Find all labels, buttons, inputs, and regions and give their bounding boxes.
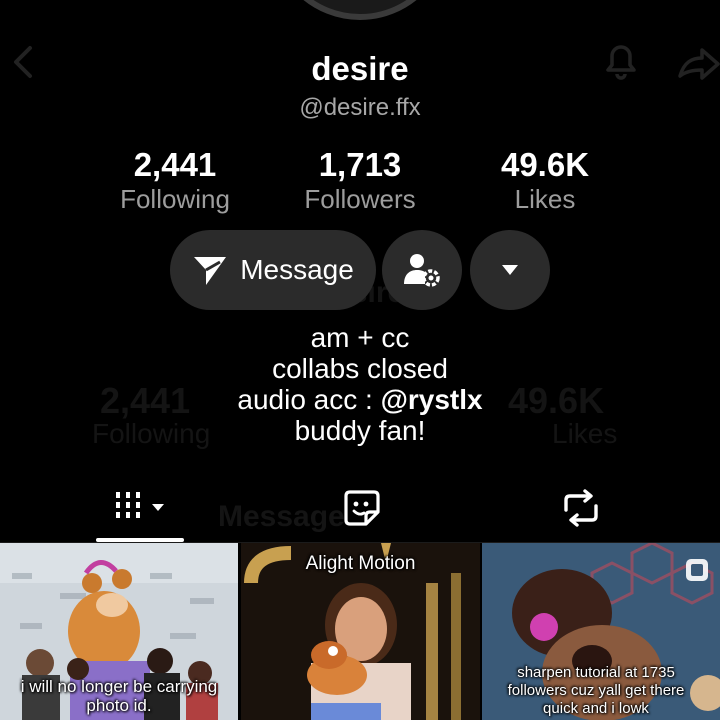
video-caption: i will no longer be carrying photo id.: [20, 677, 218, 715]
followers-count: 1,713: [318, 146, 402, 183]
sticker-icon: [344, 490, 380, 526]
video-thumbnail-3[interactable]: sharpen tutorial at 1735 followers cuz y…: [482, 543, 720, 720]
grid-icon: [116, 492, 164, 518]
video-caption: sharpen tutorial at 1735 followers cuz y…: [507, 664, 685, 717]
bio-line-audio: audio acc : @rystlx: [0, 384, 720, 415]
send-icon: [194, 257, 227, 285]
add-friend-button[interactable]: [382, 230, 462, 310]
username: @desire.ffx: [299, 94, 421, 121]
ghost-message: Message: [218, 500, 345, 533]
display-name: desire: [311, 50, 409, 87]
person-gear-icon: [404, 254, 440, 287]
tab-reposts[interactable]: [560, 488, 602, 528]
profile-bio: am + cc collabs closed audio acc : @ryst…: [0, 322, 720, 446]
message-button[interactable]: Message: [170, 230, 376, 310]
caret-down-icon: [502, 265, 518, 275]
stat-likes: 49.6K Likes: [445, 146, 645, 214]
bio-line: buddy fan!: [294, 415, 426, 446]
tab-stickers[interactable]: [342, 488, 382, 528]
tab-videos[interactable]: [108, 488, 172, 528]
more-options-button[interactable]: [470, 230, 550, 310]
stat-following[interactable]: 2,441 Following: [75, 146, 275, 214]
bio-line: audio acc :: [237, 384, 381, 415]
video-thumbnail-1[interactable]: i will no longer be carrying photo id.: [0, 543, 238, 720]
bio-mention-link[interactable]: @rystlx: [381, 384, 483, 415]
video-thumbnail-2[interactable]: Alight Motion: [241, 543, 480, 720]
profile-avatar[interactable]: [270, 0, 450, 20]
bio-line: collabs closed: [272, 353, 448, 384]
following-label: Following: [120, 184, 230, 214]
stat-followers[interactable]: 1,713 Followers: [260, 146, 460, 214]
likes-label: Likes: [514, 184, 576, 214]
bio-line: am + cc: [310, 322, 410, 353]
likes-count: 49.6K: [500, 146, 590, 183]
alight-motion-watermark: Alight Motion: [305, 553, 416, 574]
following-count: 2,441: [133, 146, 217, 183]
followers-label: Followers: [304, 184, 416, 214]
message-label: Message: [240, 254, 354, 285]
repost-icon: [564, 489, 598, 527]
